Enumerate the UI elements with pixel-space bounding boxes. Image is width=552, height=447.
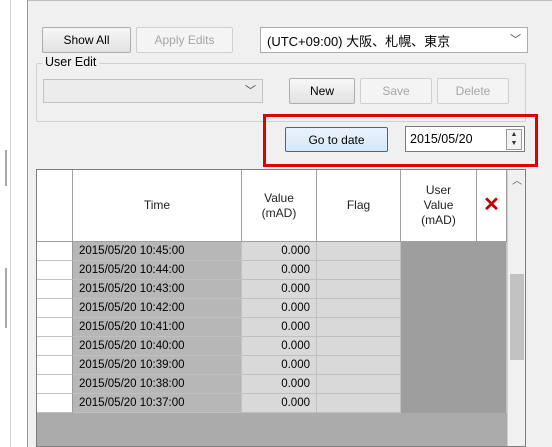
row-selector[interactable] [37,337,73,356]
flag-cell[interactable] [317,299,401,318]
user-value-cell[interactable] [401,394,477,413]
flag-cell[interactable] [317,337,401,356]
apply-edits-button[interactable]: Apply Edits [136,27,233,53]
flag-cell[interactable] [317,375,401,394]
value-cell[interactable]: 0.000 [242,356,317,375]
row-selector[interactable] [37,394,73,413]
row-selector[interactable] [37,356,73,375]
user-value-cell[interactable] [401,299,477,318]
delete-cell[interactable] [477,280,507,299]
chevron-down-icon: ﹀ [510,34,521,47]
time-cell[interactable]: 2015/05/20 10:42:00 [73,299,242,318]
new-button[interactable]: New [289,78,355,104]
user-value-cell[interactable] [401,356,477,375]
user-value-cell[interactable] [401,318,477,337]
delete-cell[interactable] [477,337,507,356]
table-row[interactable]: 2015/05/20 10:39:00 0.000 [37,356,507,375]
splitter-grip [5,268,7,328]
user-edit-label: User Edit [42,55,100,69]
delete-button[interactable]: Delete [437,78,509,104]
user-value-cell[interactable] [401,261,477,280]
time-cell[interactable]: 2015/05/20 10:40:00 [73,337,242,356]
user-value-cell[interactable] [401,337,477,356]
splitter-grip [5,150,7,186]
table-row[interactable]: 2015/05/20 10:38:00 0.000 [37,375,507,394]
row-header-corner [37,170,73,242]
user-value-cell[interactable] [401,280,477,299]
spin-up-icon: ▲ [510,131,518,138]
delete-cell[interactable] [477,318,507,337]
column-header-flag[interactable]: Flag [317,170,401,242]
value-cell[interactable]: 0.000 [242,242,317,261]
delete-cell[interactable] [477,356,507,375]
value-cell[interactable]: 0.000 [242,318,317,337]
row-selector[interactable] [37,375,73,394]
time-cell[interactable]: 2015/05/20 10:44:00 [73,261,242,280]
flag-cell[interactable] [317,280,401,299]
row-selector[interactable] [37,318,73,337]
timezone-dropdown[interactable]: (UTC+09:00) 大阪、札幌、東京 ﹀ [260,27,528,53]
spin-down-icon: ▼ [510,140,518,147]
user-edit-dropdown[interactable]: ﹀ [43,79,263,103]
left-splitter[interactable] [0,0,11,447]
table-row[interactable]: 2015/05/20 10:45:00 0.000 [37,242,507,261]
flag-cell[interactable] [317,394,401,413]
flag-cell[interactable] [317,356,401,375]
vertical-scrollbar[interactable]: ︿ [507,170,525,446]
column-header-time[interactable]: Time [73,170,242,242]
delete-cell[interactable] [477,299,507,318]
value-cell[interactable]: 0.000 [242,394,317,413]
table-row[interactable]: 2015/05/20 10:43:00 0.000 [37,280,507,299]
column-header-user-value[interactable]: User Value (mAD) [401,170,477,242]
table-row[interactable]: 2015/05/20 10:37:00 0.000 [37,394,507,413]
go-to-date-button[interactable]: Go to date [285,127,388,152]
scrollbar-thumb[interactable] [510,274,524,360]
timezone-value: (UTC+09:00) 大阪、札幌、東京 [267,33,451,49]
date-spinner[interactable]: ▲ ▼ [506,129,522,150]
time-cell[interactable]: 2015/05/20 10:37:00 [73,394,242,413]
flag-cell[interactable] [317,261,401,280]
show-all-button[interactable]: Show All [42,27,131,53]
flag-cell[interactable] [317,318,401,337]
delete-cell[interactable] [477,242,507,261]
delete-cell[interactable] [477,375,507,394]
row-selector[interactable] [37,242,73,261]
value-cell[interactable]: 0.000 [242,375,317,394]
value-cell[interactable]: 0.000 [242,337,317,356]
date-picker[interactable]: 2015/05/20 ▲ ▼ [405,126,525,152]
scroll-up-icon[interactable]: ︿ [508,172,525,187]
time-cell[interactable]: 2015/05/20 10:39:00 [73,356,242,375]
chevron-down-icon: ﹀ [245,85,256,98]
delete-column-header[interactable]: ✕ [477,170,507,242]
value-cell[interactable]: 0.000 [242,280,317,299]
user-value-cell[interactable] [401,375,477,394]
table-row[interactable]: 2015/05/20 10:44:00 0.000 [37,261,507,280]
time-cell[interactable]: 2015/05/20 10:38:00 [73,375,242,394]
data-grid: Time Value (mAD) Flag User Value (mAD) ✕… [36,169,526,447]
column-header-value[interactable]: Value (mAD) [242,170,317,242]
time-cell[interactable]: 2015/05/20 10:43:00 [73,280,242,299]
value-cell[interactable]: 0.000 [242,299,317,318]
table-row[interactable]: 2015/05/20 10:41:00 0.000 [37,318,507,337]
delete-cell[interactable] [477,394,507,413]
table-row[interactable]: 2015/05/20 10:42:00 0.000 [37,299,507,318]
row-selector[interactable] [37,261,73,280]
row-selector[interactable] [37,299,73,318]
date-value: 2015/05/20 [410,132,473,146]
delete-cell[interactable] [477,261,507,280]
table-row[interactable]: 2015/05/20 10:40:00 0.000 [37,337,507,356]
value-cell[interactable]: 0.000 [242,261,317,280]
flag-cell[interactable] [317,242,401,261]
time-cell[interactable]: 2015/05/20 10:41:00 [73,318,242,337]
user-value-cell[interactable] [401,242,477,261]
row-selector[interactable] [37,280,73,299]
save-button[interactable]: Save [360,78,432,104]
time-cell[interactable]: 2015/05/20 10:45:00 [73,242,242,261]
delete-x-icon: ✕ [483,194,500,216]
